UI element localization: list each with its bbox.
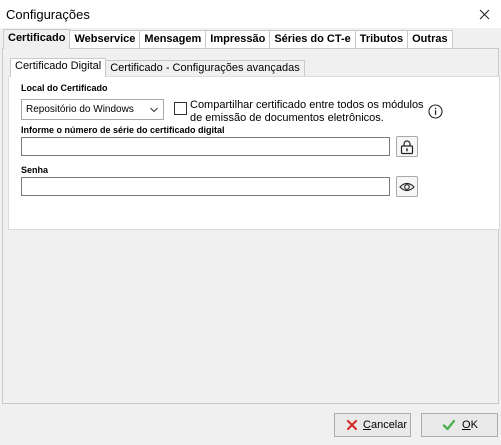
- eye-icon: [399, 182, 415, 191]
- certificado-digital-panel: Local do Certificado Repositório do Wind…: [8, 76, 500, 230]
- tab-tributos[interactable]: Tributos: [354, 30, 409, 48]
- main-tab-strip: Certificado Webservice Mensagem Impressã…: [3, 29, 453, 49]
- chevron-down-icon: [150, 107, 158, 113]
- tab-certificado[interactable]: Certificado: [3, 29, 71, 49]
- window-title: Configurações: [6, 6, 90, 22]
- share-label-line2: de emissão de documentos eletrônicos.: [190, 112, 384, 124]
- select-certificate-button[interactable]: [396, 136, 418, 157]
- share-certificate-label[interactable]: Compartilhar certificado entre todos os …: [190, 99, 425, 125]
- info-icon[interactable]: [428, 104, 443, 119]
- tab-outras[interactable]: Outras: [407, 30, 453, 48]
- close-icon: [479, 9, 489, 19]
- password-input[interactable]: [21, 177, 390, 196]
- show-password-button[interactable]: [396, 176, 418, 197]
- ok-label: OK: [462, 419, 478, 431]
- close-button[interactable]: [467, 0, 501, 28]
- cancel-label: Cancelar: [363, 419, 408, 431]
- cancel-button[interactable]: Cancelar: [334, 413, 411, 437]
- share-label-line1: Compartilhar certificado entre todos os …: [190, 99, 424, 111]
- serial-number-input[interactable]: [21, 137, 390, 156]
- dialog-content: Certificado Webservice Mensagem Impressã…: [0, 28, 501, 406]
- local-certificado-label: Local do Certificado: [21, 83, 108, 93]
- tab-configuracoes-avancadas[interactable]: Certificado - Configurações avançadas: [105, 60, 305, 77]
- lock-icon: [400, 139, 414, 154]
- tab-series-cte[interactable]: Séries do CT-e: [269, 30, 356, 48]
- tab-mensagem[interactable]: Mensagem: [139, 30, 207, 48]
- tab-webservice[interactable]: Webservice: [69, 30, 141, 48]
- ok-button[interactable]: OK: [421, 413, 498, 437]
- password-label: Senha: [21, 165, 49, 175]
- serial-number-label: Informe o número de série do certificado…: [21, 125, 225, 135]
- local-certificado-value: Repositório do Windows: [26, 104, 134, 115]
- title-bar: Configurações: [0, 0, 501, 28]
- certificado-tab-panel: Certificado Digital Certificado - Config…: [2, 48, 500, 404]
- sub-tab-strip: Certificado Digital Certificado - Config…: [10, 58, 305, 77]
- local-certificado-select[interactable]: Repositório do Windows: [21, 99, 164, 120]
- share-certificate-checkbox[interactable]: [174, 102, 187, 115]
- tab-impressao[interactable]: Impressão: [205, 30, 271, 48]
- checkmark-icon: [442, 419, 456, 431]
- tab-certificado-digital[interactable]: Certificado Digital: [10, 58, 107, 77]
- cancel-x-icon: [346, 419, 358, 431]
